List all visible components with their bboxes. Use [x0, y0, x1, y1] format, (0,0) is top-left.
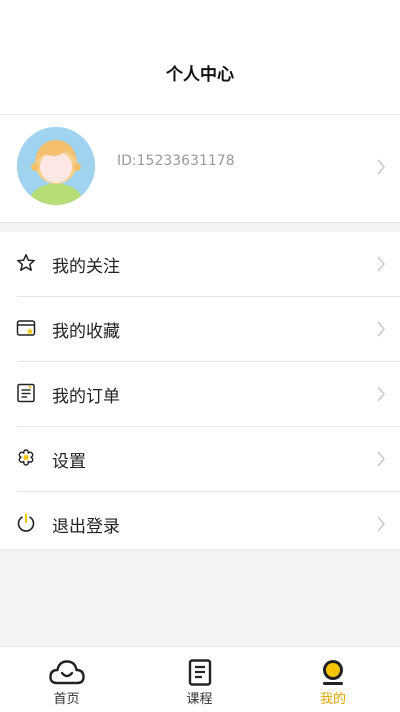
- settings-flower-icon: [18, 449, 34, 466]
- profile-card[interactable]: ID:15233631178: [0, 115, 400, 223]
- power-icon: [17, 513, 35, 532]
- tab-courses[interactable]: 课程: [133, 647, 266, 712]
- header: 个人中心: [0, 0, 400, 115]
- chevron-right-icon: [377, 159, 385, 175]
- star-icon: [17, 254, 35, 271]
- avatar-illustration: [17, 127, 95, 205]
- avatar[interactable]: [17, 127, 95, 205]
- chevron-right-icon: [377, 451, 385, 467]
- menu-item-logout[interactable]: 退出登录: [0, 492, 400, 557]
- chevron-right-icon: [377, 321, 385, 337]
- tab-mine[interactable]: 我的: [266, 647, 400, 712]
- bottom-tab-bar: 首页 课程 我的: [0, 646, 400, 712]
- document-icon: [188, 659, 211, 686]
- menu-item-label: 设置: [52, 452, 86, 472]
- tab-label: 首页: [53, 692, 80, 707]
- chevron-right-icon: [377, 386, 385, 402]
- menu-item-collection[interactable]: 我的收藏: [0, 297, 400, 362]
- page-title: 个人中心: [166, 65, 234, 85]
- menu-item-settings[interactable]: 设置: [0, 427, 400, 492]
- chevron-right-icon: [377, 516, 385, 532]
- tab-label: 我的: [319, 692, 346, 707]
- menu-item-label: 我的订单: [52, 387, 120, 407]
- menu-item-label: 我的关注: [52, 257, 120, 277]
- menu-item-orders[interactable]: 我的订单: [0, 362, 400, 427]
- collection-card-icon: [16, 320, 36, 336]
- cloud-smile-icon: [48, 660, 85, 685]
- order-list-icon: [17, 383, 35, 403]
- menu-item-label: 退出登录: [52, 517, 120, 537]
- menu-item-label: 我的收藏: [52, 322, 120, 342]
- tab-label: 课程: [186, 692, 213, 707]
- tab-home[interactable]: 首页: [0, 647, 133, 712]
- menu-list: 我的关注 我的收藏 我的订单 设置 退出登录: [0, 232, 400, 550]
- chevron-right-icon: [377, 256, 385, 272]
- user-id: ID:15233631178: [117, 153, 235, 169]
- user-dot-icon: [323, 660, 343, 685]
- menu-item-follow[interactable]: 我的关注: [0, 232, 400, 297]
